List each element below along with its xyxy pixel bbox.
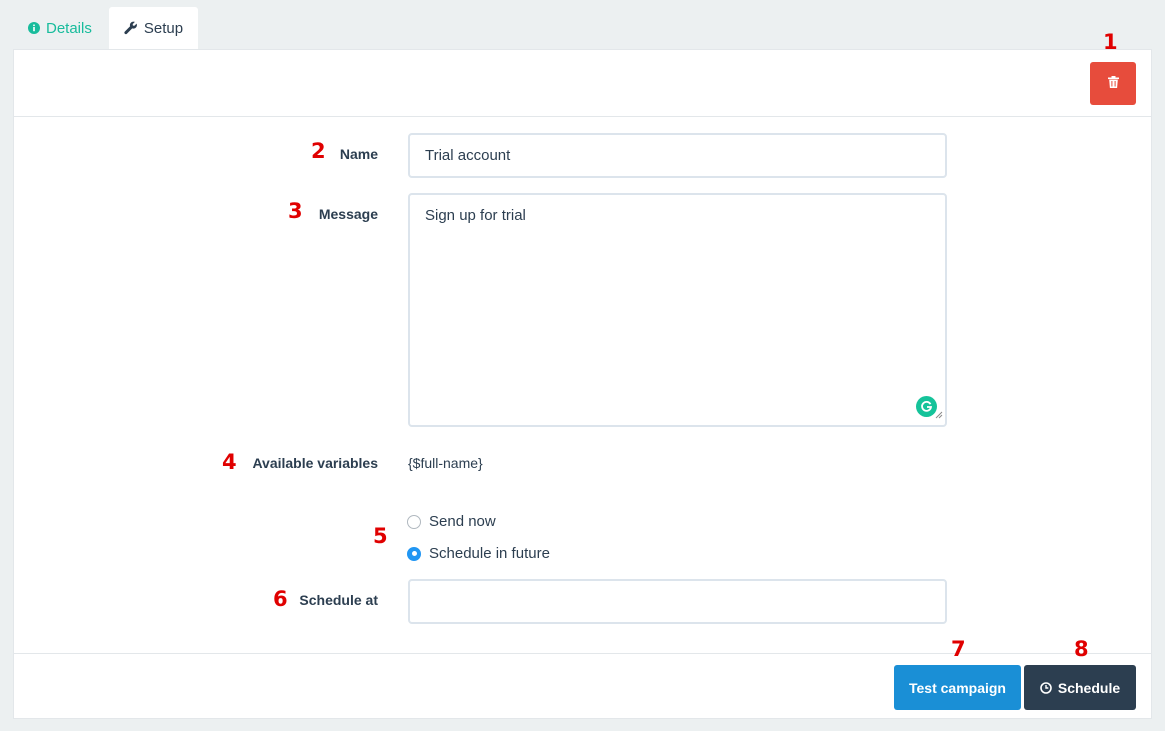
annotation-7: 7 — [951, 637, 966, 661]
radio-circle-checked[interactable] — [407, 546, 421, 561]
tab-setup-label: Setup — [143, 19, 184, 37]
name-input[interactable]: Trial account — [408, 133, 947, 178]
schedule-button-label: Schedule — [1057, 679, 1121, 696]
wrench-icon — [124, 21, 138, 35]
variables-value: {$full-name} — [408, 455, 483, 471]
message-textarea[interactable]: Sign up for trial — [408, 193, 947, 427]
annotation-2: 2 — [311, 139, 326, 163]
resize-handle-icon[interactable] — [935, 406, 943, 423]
test-campaign-button[interactable]: Test campaign — [894, 665, 1021, 710]
panel-header — [14, 50, 1151, 117]
radio-circle[interactable] — [407, 514, 421, 529]
panel-footer: Test campaign Schedule — [14, 653, 1151, 720]
radio-schedule-future-label: Schedule in future — [429, 545, 550, 562]
trash-icon — [1107, 75, 1119, 93]
annotation-4: 4 — [222, 450, 237, 474]
setup-panel: Name Trial account Message Sign up for t… — [13, 49, 1152, 719]
schedule-at-input[interactable] — [408, 579, 947, 624]
message-label: Message — [318, 206, 378, 222]
schedule-button[interactable]: Schedule — [1024, 665, 1136, 710]
radio-send-now[interactable]: Send now — [407, 513, 496, 530]
delete-button[interactable] — [1090, 62, 1136, 105]
grammarly-icon[interactable] — [916, 396, 937, 417]
radio-send-now-label: Send now — [429, 513, 496, 530]
annotation-8: 8 — [1074, 637, 1089, 661]
message-text: Sign up for trial — [425, 207, 526, 224]
info-circle-icon — [28, 22, 40, 34]
tab-bar: Details Setup — [13, 7, 199, 49]
annotation-3: 3 — [288, 199, 303, 223]
name-label: Name — [339, 146, 378, 162]
tab-setup[interactable]: Setup — [108, 7, 199, 49]
annotation-6: 6 — [273, 587, 288, 611]
annotation-1: 1 — [1103, 30, 1118, 54]
tab-details-label: Details — [46, 19, 92, 37]
clock-icon — [1040, 681, 1052, 694]
tab-details[interactable]: Details — [13, 7, 107, 49]
annotation-5: 5 — [373, 524, 388, 548]
variables-label: Available variables — [252, 455, 378, 471]
radio-schedule-future[interactable]: Schedule in future — [407, 545, 550, 562]
